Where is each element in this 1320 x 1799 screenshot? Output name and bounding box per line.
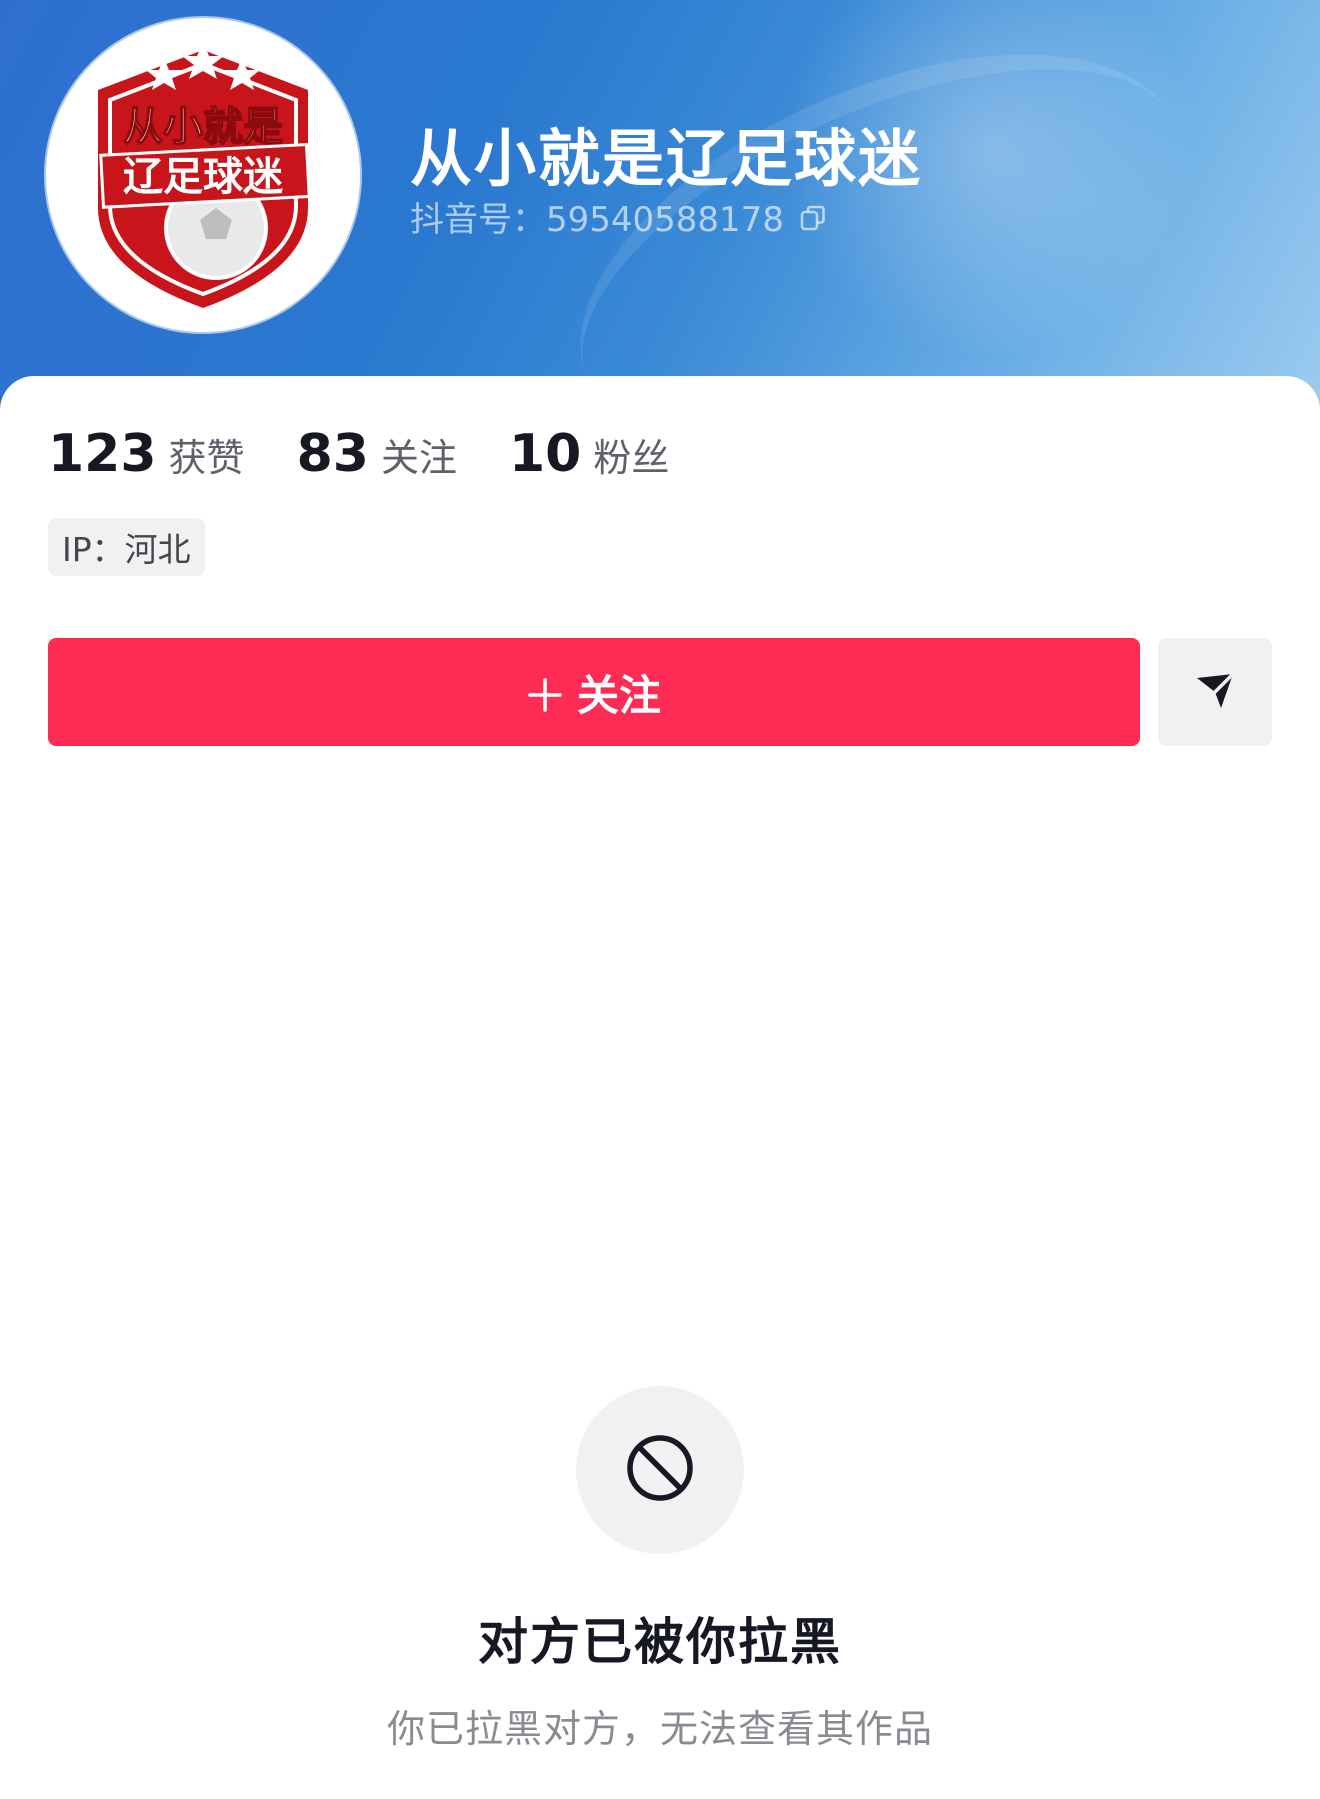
follow-button-label: 关注 xyxy=(576,670,661,720)
stat-followers-label: 粉丝 xyxy=(593,436,670,480)
douyin-id[interactable]: 抖音号：59540588178 xyxy=(410,192,828,241)
stat-likes-value: 123 xyxy=(48,424,157,484)
profile-stats: 123 获赞 83 关注 10 粉丝 xyxy=(48,424,721,484)
stat-followers[interactable]: 10 粉丝 xyxy=(509,424,669,484)
stat-following[interactable]: 83 关注 xyxy=(297,424,457,484)
douyin-id-text: 抖音号：59540588178 xyxy=(410,200,784,240)
plus-icon xyxy=(527,674,563,712)
stat-following-value: 83 xyxy=(296,424,369,484)
profile-card: 123 获赞 83 关注 10 粉丝 IP：河北 关注 对方已被你拉黑 你已拉黑… xyxy=(0,376,1320,1799)
svg-text:辽足球迷: 辽足球迷 xyxy=(123,154,284,200)
stat-followers-value: 10 xyxy=(508,424,582,484)
svg-text:从小就是: 从小就是 xyxy=(123,104,283,150)
ip-location-tag: IP：河北 xyxy=(48,518,205,576)
block-icon xyxy=(624,1432,696,1508)
send-message-button[interactable] xyxy=(1158,638,1272,746)
profile-page: 从小就是 辽足球迷 从小就是辽足球迷 抖音号：59540588178 123 获… xyxy=(0,0,1320,1799)
copy-icon[interactable] xyxy=(798,202,828,232)
send-icon xyxy=(1191,666,1239,718)
stat-following-label: 关注 xyxy=(380,436,457,480)
blocked-state-icon-container xyxy=(576,1386,744,1554)
stat-likes[interactable]: 123 获赞 xyxy=(48,424,245,484)
blocked-title: 对方已被你拉黑 xyxy=(478,1613,842,1671)
profile-username: 从小就是辽足球迷 xyxy=(410,122,923,195)
follow-button[interactable]: 关注 xyxy=(48,638,1140,746)
blocked-subtitle: 你已拉黑对方，无法查看其作品 xyxy=(386,1707,933,1751)
avatar[interactable]: 从小就是 辽足球迷 xyxy=(46,18,360,332)
profile-header-background: 从小就是 辽足球迷 从小就是辽足球迷 抖音号：59540588178 xyxy=(0,0,1320,529)
stat-likes-label: 获赞 xyxy=(168,436,245,480)
avatar-badge-image: 从小就是 辽足球迷 xyxy=(53,25,353,325)
